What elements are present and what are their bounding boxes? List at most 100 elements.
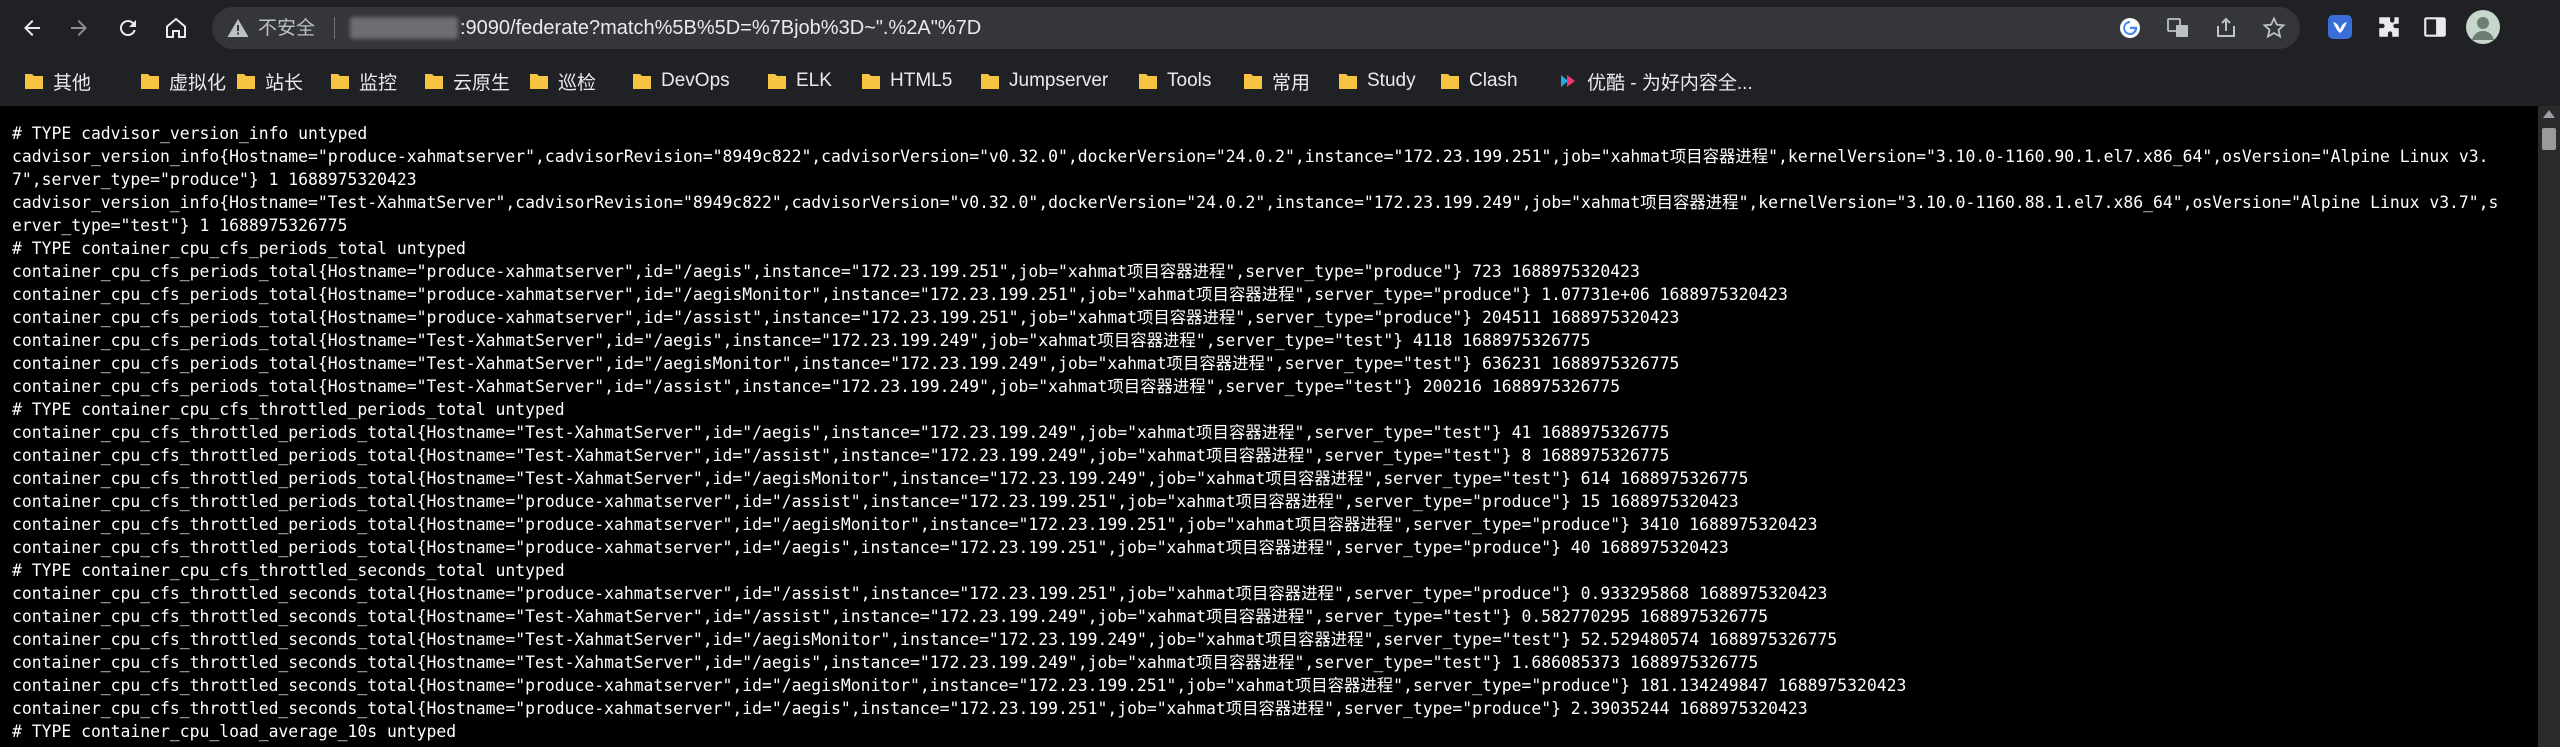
bookmark-label: Jumpserver	[1009, 70, 1109, 91]
metric-line: container_cpu_cfs_periods_total{Hostname…	[12, 354, 1680, 373]
bookmark-label: Tools	[1167, 70, 1212, 91]
youku-icon	[1561, 75, 1575, 87]
avatar[interactable]	[2466, 10, 2500, 44]
bookmark-item[interactable]: 其他	[24, 68, 91, 94]
bookmark-item[interactable]: 优酷 - 为好内容全...	[1558, 68, 1753, 94]
metric-type-comment: # TYPE container_cpu_load_average_10s un…	[12, 722, 457, 741]
folder-icon	[1244, 74, 1262, 89]
bookmark-label: ELK	[796, 70, 832, 91]
bookmark-item[interactable]: 常用	[1243, 68, 1310, 94]
forward-button[interactable]	[60, 9, 98, 47]
bookmark-item[interactable]: Jumpserver	[980, 68, 1108, 94]
metric-line: container_cpu_cfs_throttled_periods_tota…	[12, 515, 1818, 534]
folder-icon	[1441, 74, 1459, 89]
metric-line: container_cpu_cfs_periods_total{Hostname…	[12, 308, 1680, 327]
folder-icon	[25, 74, 43, 89]
bookmark-label: Clash	[1469, 70, 1518, 91]
bookmark-label: Study	[1367, 70, 1416, 91]
metric-type-comment: # TYPE container_cpu_cfs_throttled_secon…	[12, 561, 565, 580]
metric-type-comment: # TYPE cadvisor_version_info untyped	[12, 124, 368, 143]
bookmark-label: 站长	[265, 72, 304, 94]
metric-line: container_cpu_cfs_throttled_seconds_tota…	[12, 584, 1828, 603]
metric-line: container_cpu_cfs_periods_total{Hostname…	[12, 377, 1621, 396]
metric-line: container_cpu_cfs_throttled_seconds_tota…	[12, 630, 1838, 649]
folder-icon	[425, 74, 443, 89]
star-icon[interactable]	[2262, 16, 2286, 40]
metric-line: container_cpu_cfs_throttled_seconds_tota…	[12, 607, 1769, 626]
extension-bird-icon[interactable]	[2327, 14, 2353, 40]
bookmark-item[interactable]: HTML5	[861, 68, 952, 94]
metric-line: container_cpu_cfs_throttled_seconds_tota…	[12, 653, 1759, 672]
bookmark-item[interactable]: DevOps	[632, 68, 730, 94]
bookmark-label: 巡检	[558, 72, 597, 94]
bookmarks-bar: 其他 虚拟化 站长 监控 云原生 巡检 DevOps ELK HTML5 Jumpserver To…	[0, 56, 2560, 106]
bookmark-item[interactable]: Clash	[1440, 68, 1518, 94]
bookmark-item[interactable]: 巡检	[529, 68, 596, 94]
folder-icon	[1139, 74, 1157, 89]
metric-line: container_cpu_cfs_throttled_periods_tota…	[12, 423, 1670, 442]
folder-icon	[862, 74, 880, 89]
back-arrow-icon	[24, 20, 40, 36]
home-icon	[166, 17, 186, 38]
bookmark-item[interactable]: 云原生	[424, 68, 510, 94]
vertical-scrollbar[interactable]	[2538, 106, 2560, 747]
scroll-up-arrow-icon[interactable]	[2543, 110, 2555, 118]
browser-chrome: 不安全 :9090/federate?match%5B%5D=%7Bjob%3D…	[0, 0, 2560, 106]
folder-icon	[331, 74, 349, 89]
metric-line: container_cpu_cfs_throttled_seconds_tota…	[12, 699, 1808, 718]
puzzle-icon[interactable]	[2376, 14, 2402, 40]
share-icon[interactable]	[2214, 16, 2238, 40]
metric-line: container_cpu_cfs_periods_total{Hostname…	[12, 262, 1640, 281]
bookmark-item[interactable]: 虚拟化	[140, 68, 226, 94]
bookmark-label: 常用	[1272, 72, 1311, 94]
metric-line: cadvisor_version_info{Hostname="produce-…	[12, 147, 2489, 189]
security-label[interactable]: 不安全	[258, 15, 315, 41]
folder-icon	[530, 74, 548, 89]
reload-icon	[119, 20, 136, 37]
metric-line: container_cpu_cfs_throttled_periods_tota…	[12, 446, 1670, 465]
bookmark-label: HTML5	[890, 70, 953, 91]
metric-type-comment: # TYPE container_cpu_cfs_throttled_perio…	[12, 400, 565, 419]
bookmark-item[interactable]: Study	[1338, 68, 1416, 94]
metric-line: cadvisor_version_info{Hostname="Test-Xah…	[12, 193, 2499, 235]
url-text[interactable]: :9090/federate?match%5B%5D=%7Bjob%3D~".%…	[460, 15, 981, 41]
bookmark-item[interactable]: ELK	[767, 68, 832, 94]
folder-icon	[237, 74, 255, 89]
metric-line: container_cpu_cfs_throttled_periods_tota…	[12, 538, 1729, 557]
browser-toolbar: 不安全 :9090/federate?match%5B%5D=%7Bjob%3D…	[0, 0, 2560, 56]
metric-type-comment: # TYPE container_cpu_cfs_periods_total u…	[12, 239, 466, 258]
metrics-text: # TYPE cadvisor_version_info untyped cadv…	[12, 122, 2502, 743]
bookmark-label: 云原生	[453, 72, 511, 94]
bookmark-label: 监控	[359, 72, 398, 94]
bookmark-item[interactable]: Tools	[1138, 68, 1211, 94]
folder-icon	[633, 74, 651, 89]
reload-button[interactable]	[109, 9, 147, 47]
folder-icon	[141, 74, 159, 89]
translate-icon[interactable]	[2166, 16, 2190, 40]
metric-line: container_cpu_cfs_periods_total{Hostname…	[12, 285, 1788, 304]
metric-line: container_cpu_cfs_throttled_periods_tota…	[12, 469, 1749, 488]
bookmark-label: 优酷 - 为好内容全...	[1587, 72, 1753, 94]
metric-line: container_cpu_cfs_throttled_seconds_tota…	[12, 676, 1907, 695]
folder-icon	[1339, 74, 1357, 89]
back-button[interactable]	[13, 9, 51, 47]
folder-icon	[768, 74, 786, 89]
bookmark-label: 虚拟化	[169, 72, 227, 94]
bookmark-item[interactable]: 站长	[236, 68, 303, 94]
bookmark-label: DevOps	[661, 70, 730, 91]
address-separator	[334, 17, 335, 39]
page-content: # TYPE cadvisor_version_info untyped cadv…	[0, 106, 2538, 747]
home-button[interactable]	[157, 9, 195, 47]
bookmark-label: 其他	[53, 72, 92, 94]
sidepanel-icon[interactable]	[2422, 14, 2448, 40]
metric-line: container_cpu_cfs_throttled_periods_tota…	[12, 492, 1739, 511]
forward-arrow-icon	[71, 20, 87, 36]
metric-line: container_cpu_cfs_periods_total{Hostname…	[12, 331, 1591, 350]
scroll-thumb[interactable]	[2542, 128, 2556, 150]
google-icon[interactable]	[2118, 16, 2142, 40]
warning-icon	[227, 19, 249, 37]
bookmark-item[interactable]: 监控	[330, 68, 397, 94]
address-bar[interactable]: 不安全 :9090/federate?match%5B%5D=%7Bjob%3D…	[212, 7, 2300, 49]
redacted-host	[350, 17, 458, 39]
folder-icon	[981, 74, 999, 89]
